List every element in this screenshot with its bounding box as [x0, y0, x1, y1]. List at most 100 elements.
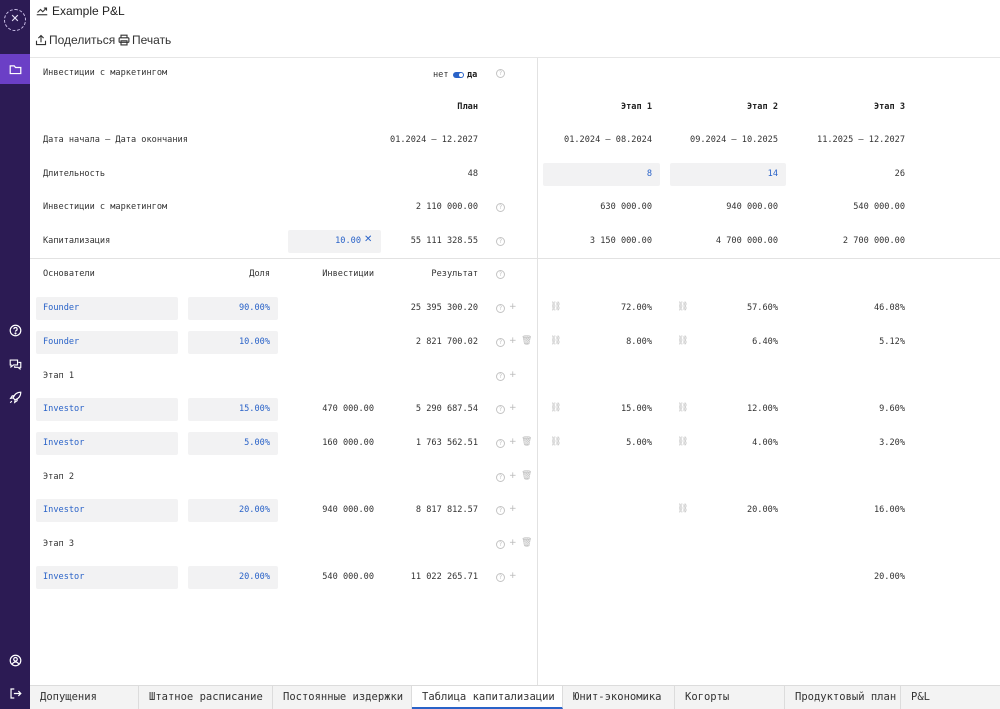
investments-stage-2: 940 000.00 [726, 202, 778, 212]
founder-1-stage-2: 57.60% [746, 303, 778, 313]
duration-stage-1: 8 [646, 169, 652, 179]
investor-2-stage-2: 4.00% [752, 438, 778, 448]
help-icon[interactable]: ? [496, 372, 505, 381]
chat-icon[interactable] [0, 349, 30, 379]
founder-2-result: 2 821 700.02 [415, 337, 478, 347]
tab-staffing[interactable]: Штатное расписание [139, 686, 273, 709]
logo-icon[interactable]: ✕ [4, 9, 26, 31]
help-icon[interactable]: ? [496, 69, 505, 78]
add-icon[interactable]: + [509, 437, 517, 447]
investor-3-stage-2: 20.00% [746, 505, 778, 515]
add-icon[interactable]: + [509, 370, 517, 380]
window-title: Example P&L [52, 4, 125, 18]
help-icon[interactable]: ? [496, 304, 505, 313]
investor-1-stage-3: 9.60% [879, 404, 905, 414]
sidebar: ✕ [0, 0, 30, 709]
share-icon [35, 34, 47, 46]
investments-stage-1: 630 000.00 [600, 202, 652, 212]
add-icon[interactable]: + [509, 538, 517, 548]
duration-plan: 48 [467, 169, 478, 179]
investor-1-stage-1: 15.00% [620, 404, 652, 414]
dates-label: Дата начала — Дата окончания [43, 135, 188, 145]
result-header: Результат [431, 269, 478, 279]
tab-fixed-costs[interactable]: Постоянные издержки [273, 686, 412, 709]
marketing-label: Инвестиции с маркетингом [43, 68, 168, 78]
investor-2-stage-1: 5.00% [626, 438, 652, 448]
help-icon[interactable]: ? [496, 573, 505, 582]
investor-3-name: Investor [43, 505, 85, 515]
cap-table: Инвестиции с маркетингом нет да ? План Э… [30, 58, 1000, 685]
help-icon[interactable]: ? [496, 473, 505, 482]
investor-3-share: 20.00% [238, 505, 270, 515]
help-icon[interactable]: ? [496, 405, 505, 414]
trash-icon[interactable]: 🗑 [521, 471, 532, 481]
marketing-toggle[interactable] [453, 72, 464, 78]
duration-stage-2: 14 [767, 169, 778, 179]
founder-2-name: Founder [43, 337, 80, 347]
help-icon[interactable]: ? [496, 506, 505, 515]
tab-cohorts[interactable]: Когорты [675, 686, 785, 709]
trash-icon[interactable]: 🗑 [521, 437, 532, 447]
investor-4-result: 11 022 265.71 [410, 572, 478, 582]
user-icon[interactable] [0, 645, 30, 675]
founder-2-stage-2: 6.40% [752, 337, 778, 347]
share-header: Доля [249, 269, 270, 279]
investor-2-result: 1 763 562.51 [415, 438, 478, 448]
tab-cap-table[interactable]: Таблица капитализации [412, 686, 563, 709]
founder-1-stage-1: 72.00% [620, 303, 652, 313]
stage-1-group-label: Этап 1 [43, 371, 75, 381]
trash-icon[interactable]: 🗑 [521, 538, 532, 548]
help-icon[interactable]: ? [496, 338, 505, 347]
help-icon[interactable]: ? [496, 540, 505, 549]
founder-2-share: 10.00% [238, 337, 270, 347]
logout-icon[interactable] [0, 678, 30, 708]
investor-4-stage-3: 20.00% [873, 572, 905, 582]
rocket-icon[interactable] [0, 382, 30, 412]
help-icon[interactable] [0, 315, 30, 345]
founder-1-stage-3: 46.08% [873, 303, 905, 313]
print-button[interactable]: Печать [118, 33, 171, 47]
add-icon[interactable]: + [509, 504, 517, 514]
investor-1-stage-2: 12.00% [746, 404, 778, 414]
add-icon[interactable]: + [509, 471, 517, 481]
stage-3-group-label: Этап 3 [43, 539, 75, 549]
founder-1-name: Founder [43, 303, 80, 313]
investor-3-result: 8 817 812.57 [415, 505, 478, 515]
tab-pnl[interactable]: P&L [901, 686, 1000, 709]
app-title: Example P&L [36, 4, 125, 18]
chart-icon [36, 7, 48, 16]
add-icon[interactable]: + [509, 571, 517, 581]
investor-4-share: 20.00% [238, 572, 270, 582]
toggle-on-label: да [467, 70, 478, 80]
help-icon[interactable]: ? [496, 203, 505, 212]
printer-icon [118, 34, 130, 46]
share-button[interactable]: Поделиться [35, 33, 115, 47]
investor-1-share: 15.00% [238, 404, 270, 414]
investments-stage-3: 540 000.00 [853, 202, 905, 212]
add-icon[interactable]: + [509, 302, 517, 312]
duration-label: Длительность [43, 169, 106, 179]
investor-2-name: Investor [43, 438, 85, 448]
help-icon[interactable]: ? [496, 270, 505, 279]
header: Example P&L Поделиться Печать [30, 0, 1000, 58]
column-stage-3: Этап 3 [873, 102, 905, 112]
tab-unit-economics[interactable]: Юнит-экономика [563, 686, 675, 709]
dates-stage-3: 11.2025 — 12.2027 [817, 135, 905, 145]
column-stage-2: Этап 2 [746, 102, 778, 112]
add-icon[interactable]: + [509, 336, 517, 346]
investor-2-share: 5.00% [244, 438, 270, 448]
add-icon[interactable]: + [509, 403, 517, 413]
folder-icon[interactable] [0, 54, 30, 84]
tab-product-plan[interactable]: Продуктовый план [785, 686, 901, 709]
stage-2-group-label: Этап 2 [43, 472, 75, 482]
founders-header: Основатели [43, 269, 95, 279]
investments-plan: 2 110 000.00 [415, 202, 478, 212]
duration-stage-3: 26 [894, 169, 905, 179]
dates-plan: 01.2024 — 12.2027 [390, 135, 478, 145]
investor-3-stage-3: 16.00% [873, 505, 905, 515]
trash-icon[interactable]: 🗑 [521, 336, 532, 346]
founder-2-stage-3: 5.12% [879, 337, 905, 347]
help-icon[interactable]: ? [496, 439, 505, 448]
tab-assumptions[interactable]: Допущения [30, 686, 139, 709]
founder-1-share: 90.00% [238, 303, 270, 313]
